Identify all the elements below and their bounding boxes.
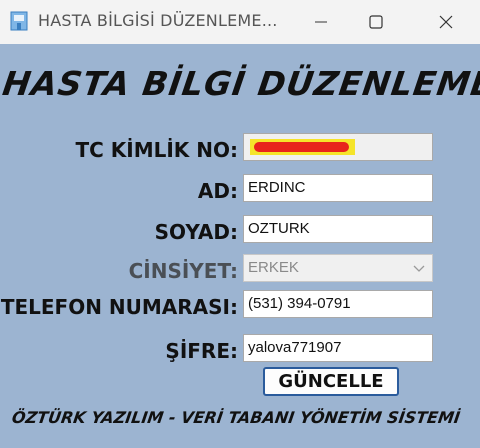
cinsiyet-dropdown[interactable]: ERKEK: [243, 254, 433, 282]
redaction-mark: [250, 139, 355, 155]
ad-label: AD:: [197, 179, 238, 203]
maximize-button[interactable]: [353, 0, 399, 44]
close-icon: [439, 15, 453, 29]
telefon-field[interactable]: (531) 394-0791: [243, 290, 433, 318]
ad-field[interactable]: ERDINC: [243, 174, 433, 202]
page-heading: HASTA BİLGİ DÜZENLEME PANELİ: [0, 64, 480, 103]
sifre-field[interactable]: yalova771907: [243, 334, 433, 362]
tc-label: TC KİMLİK NO:: [75, 138, 238, 162]
title-bar[interactable]: HASTA BİLGİSİ DÜZENLEME...: [0, 0, 480, 44]
tc-field[interactable]: [243, 133, 433, 161]
sifre-label: ŞİFRE:: [165, 339, 238, 363]
window-title: HASTA BİLGİSİ DÜZENLEME...: [38, 11, 278, 30]
guncelle-button[interactable]: GÜNCELLE: [263, 367, 399, 396]
close-button[interactable]: [423, 0, 469, 44]
minimize-button[interactable]: [298, 0, 344, 44]
chevron-down-icon: [413, 265, 425, 272]
minimize-icon: [315, 21, 327, 23]
hospital-icon: [10, 11, 28, 31]
cinsiyet-value: ERKEK: [248, 259, 299, 276]
cinsiyet-label: CİNSİYET:: [128, 259, 238, 283]
maximize-icon: [369, 15, 383, 29]
footer-text: ÖZTÜRK YAZILIM - VERİ TABANI YÖNETİM SİS…: [10, 408, 462, 427]
soyad-label: SOYAD:: [154, 220, 238, 244]
telefon-label: TELEFON NUMARASI:: [0, 295, 238, 319]
soyad-field[interactable]: OZTURK: [243, 215, 433, 243]
